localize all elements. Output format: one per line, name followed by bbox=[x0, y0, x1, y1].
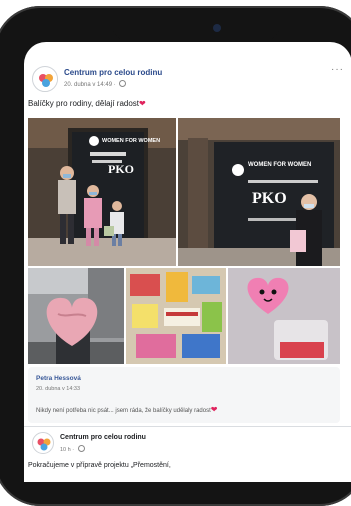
comment-bubble: Petra Hessová 20. dubna v 14:33 Nikdy ne… bbox=[28, 367, 340, 423]
post2-author-link[interactable]: Centrum pro celou rodinu bbox=[60, 434, 146, 441]
post-timestamp-text: 20. dubna v 14:49 · bbox=[64, 82, 116, 88]
more-options-button[interactable]: ··· bbox=[331, 64, 344, 75]
post-photo-3[interactable] bbox=[28, 268, 124, 364]
post-header: Centrum pro celou rodinu 20. dubna v 14:… bbox=[32, 64, 348, 96]
post-photo-5[interactable] bbox=[228, 268, 340, 364]
post-author-link[interactable]: Centrum pro celou rodinu bbox=[64, 68, 162, 77]
comment-heart-emoji: ❤ bbox=[210, 405, 218, 414]
comment-timestamp[interactable]: 20. dubna v 14:33 bbox=[36, 386, 80, 392]
comment-text-body: Nikdy není potřeba nic psát... jsem ráda… bbox=[36, 408, 211, 414]
phone-frame: Centrum pro celou rodinu 20. dubna v 14:… bbox=[0, 6, 351, 506]
comment-text: Nikdy není potřeba nic psát... jsem ráda… bbox=[36, 405, 217, 414]
comment-author-link[interactable]: Petra Hessová bbox=[36, 375, 81, 382]
page-avatar[interactable] bbox=[32, 66, 58, 92]
post2-timestamp-text: 10 h · bbox=[60, 447, 75, 453]
phone-screen: Centrum pro celou rodinu 20. dubna v 14:… bbox=[24, 42, 351, 482]
page-logo-icon-2 bbox=[37, 438, 51, 451]
post2-timestamp[interactable]: 10 h · bbox=[60, 445, 85, 453]
pko-sign: PKO bbox=[252, 190, 287, 207]
globe-icon bbox=[119, 80, 127, 87]
post-text-body: Balíčky pro rodiny, dělají radost bbox=[28, 99, 140, 108]
women-for-women-sign-1: WOMEN FOR WOMEN bbox=[102, 138, 161, 144]
page-logo-icon bbox=[34, 68, 57, 91]
heart-emoji: ❤ bbox=[139, 99, 146, 108]
post-photo-4[interactable] bbox=[126, 268, 226, 364]
post-timestamp[interactable]: 20. dubna v 14:49 · bbox=[64, 80, 127, 88]
globe-icon-2 bbox=[77, 445, 85, 452]
post2-text: Pokračujeme v přípravě projektu „Přemost… bbox=[28, 462, 171, 469]
post-text: Balíčky pro rodiny, dělají radost❤ bbox=[28, 99, 146, 108]
women-for-women-sign: WOMEN FOR WOMEN bbox=[248, 162, 312, 168]
photo-sweets bbox=[126, 268, 226, 364]
post-photo-2[interactable]: WOMEN FOR WOMEN PKO bbox=[178, 118, 340, 266]
photo-package bbox=[228, 268, 340, 364]
page-avatar-2[interactable] bbox=[32, 432, 54, 454]
camera-icon bbox=[213, 24, 221, 32]
photo-heart-person bbox=[28, 268, 124, 364]
pko-sign-1: PKO bbox=[108, 162, 134, 176]
phone-notch bbox=[112, 12, 280, 42]
post-divider bbox=[24, 426, 351, 427]
post2-header: Centrum pro celou rodinu 10 h · bbox=[32, 430, 348, 460]
